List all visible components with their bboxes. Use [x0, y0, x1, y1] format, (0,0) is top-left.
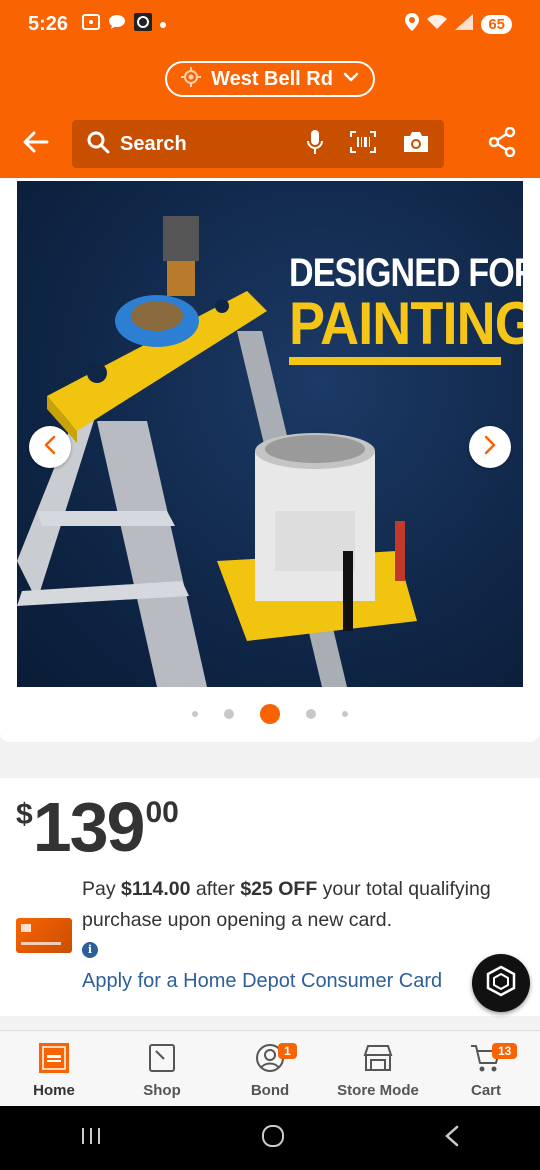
location-bar: West Bell Rd	[0, 48, 540, 110]
share-icon	[488, 126, 516, 162]
search-placeholder: Search	[120, 132, 187, 155]
search-tools	[306, 129, 430, 160]
shop-icon	[148, 1043, 176, 1078]
home-depot-logo-icon	[39, 1043, 69, 1078]
system-icons: 65	[405, 12, 512, 36]
apply-card-link[interactable]: Apply for a Home Depot Consumer Card	[82, 970, 442, 993]
carousel-indicator	[0, 704, 540, 724]
chevron-down-icon	[343, 70, 359, 88]
back-arrow-icon	[23, 131, 49, 158]
back-button[interactable]	[0, 131, 72, 158]
status-bar: 5:26 65	[0, 0, 540, 48]
nav-bond[interactable]: 1 Bond	[216, 1031, 324, 1106]
nav-store-mode[interactable]: Store Mode	[324, 1031, 432, 1106]
battery-icon: 65	[481, 14, 512, 34]
chevron-right-icon	[484, 435, 496, 460]
store-icon	[362, 1043, 394, 1078]
nav-store-mode-label: Store Mode	[337, 1082, 419, 1099]
search-bar: Search	[0, 110, 540, 178]
barcode-icon[interactable]	[350, 130, 376, 158]
hexagon-icon	[486, 965, 516, 1002]
card-promo-text: Pay $114.00 after $25 OFF your total qua…	[82, 874, 527, 936]
price-currency: $	[16, 798, 33, 831]
promo-text-pre: Pay	[82, 878, 122, 900]
nav-bond-label: Bond	[250, 1082, 290, 1099]
promo-amount: $114.00	[121, 878, 191, 900]
wifi-icon	[427, 14, 448, 35]
product-image[interactable]: DESIGNED FOR PAINTING	[17, 181, 523, 687]
home-circle-icon[interactable]	[261, 1124, 285, 1153]
share-button[interactable]	[464, 126, 540, 162]
info-icon[interactable]: i	[82, 942, 98, 958]
status-time: 5:26	[28, 12, 69, 35]
notification-icons	[82, 12, 167, 36]
carousel-dot[interactable]	[306, 709, 316, 719]
credit-card-icon	[16, 918, 72, 953]
carousel-next-button[interactable]	[469, 426, 511, 468]
carousel-dot[interactable]	[192, 711, 198, 717]
location-icon	[405, 12, 420, 36]
crosshair-icon	[181, 66, 202, 92]
app-icon	[134, 12, 153, 36]
nav-shop-label: Shop	[143, 1082, 181, 1099]
dot-icon	[160, 15, 167, 33]
camera-icon[interactable]	[402, 130, 430, 159]
microphone-icon[interactable]	[306, 129, 324, 160]
price-card: $ 139 00 Pay $114.00 after $25 OFF your …	[0, 778, 540, 1016]
recent-apps-icon[interactable]	[80, 1126, 102, 1151]
chevron-left-icon	[44, 435, 56, 460]
carousel-dot[interactable]	[224, 709, 234, 719]
product-price: $ 139 00	[16, 792, 179, 862]
store-location-label: West Bell Rd	[211, 67, 333, 90]
system-nav-bar	[0, 1106, 540, 1170]
price-dollars: 139	[32, 788, 146, 866]
promo-text-mid: after	[190, 878, 241, 900]
carousel-dot-active[interactable]	[260, 704, 280, 724]
promo-discount: $25 OFF	[240, 878, 318, 900]
bottom-nav: Home Shop 1 Bond Store Mode 13 Cart	[0, 1030, 540, 1106]
store-location-selector[interactable]: West Bell Rd	[165, 61, 375, 97]
nav-cart-label: Cart	[470, 1082, 501, 1099]
nav-shop[interactable]: Shop	[108, 1031, 216, 1106]
product-image-card: DESIGNED FOR PAINTING	[0, 178, 540, 742]
carousel-prev-button[interactable]	[29, 426, 71, 468]
nav-home-label: Home	[33, 1082, 75, 1099]
headline-underline	[289, 357, 501, 365]
screenshot-icon	[82, 13, 101, 35]
search-input[interactable]: Search	[72, 120, 444, 168]
nav-cart[interactable]: 13 Cart	[432, 1031, 540, 1106]
search-icon	[86, 130, 110, 159]
system-back-icon[interactable]	[444, 1125, 460, 1152]
hero-headline-line2: PAINTING	[289, 290, 523, 357]
bond-badge: 1	[278, 1043, 297, 1059]
chat-assistant-button[interactable]	[472, 954, 530, 1012]
cart-badge: 13	[492, 1043, 518, 1059]
carousel-dot[interactable]	[342, 711, 348, 717]
signal-icon	[455, 13, 474, 35]
chat-bubble-icon	[108, 14, 126, 35]
nav-home[interactable]: Home	[0, 1031, 108, 1106]
price-cents: 00	[145, 796, 179, 829]
